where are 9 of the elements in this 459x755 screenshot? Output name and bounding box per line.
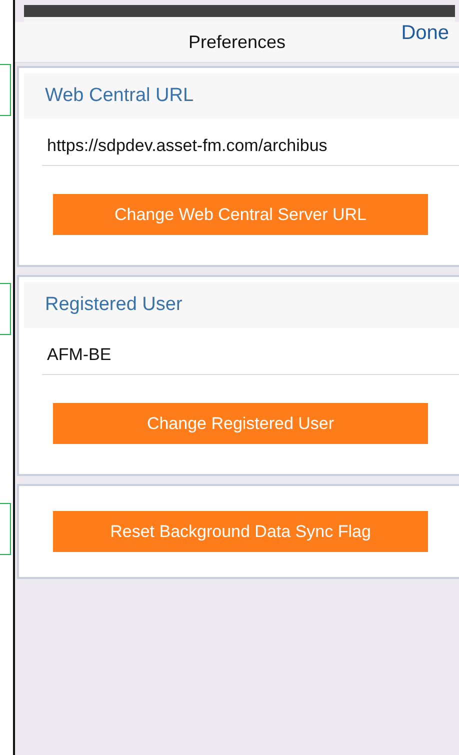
screen-title: Preferences (188, 32, 286, 52)
section-title: Web Central URL (45, 85, 194, 107)
section-title: Registered User (45, 294, 182, 316)
value-field[interactable]: https://sdpdev.asset-fm.com/archibus (42, 119, 459, 166)
annotation-frame (0, 503, 11, 555)
annotation-frame (0, 283, 11, 335)
value-field[interactable]: AFM-BE (42, 328, 459, 375)
annotation-frame (0, 64, 11, 116)
done-button[interactable]: Done (401, 22, 449, 45)
